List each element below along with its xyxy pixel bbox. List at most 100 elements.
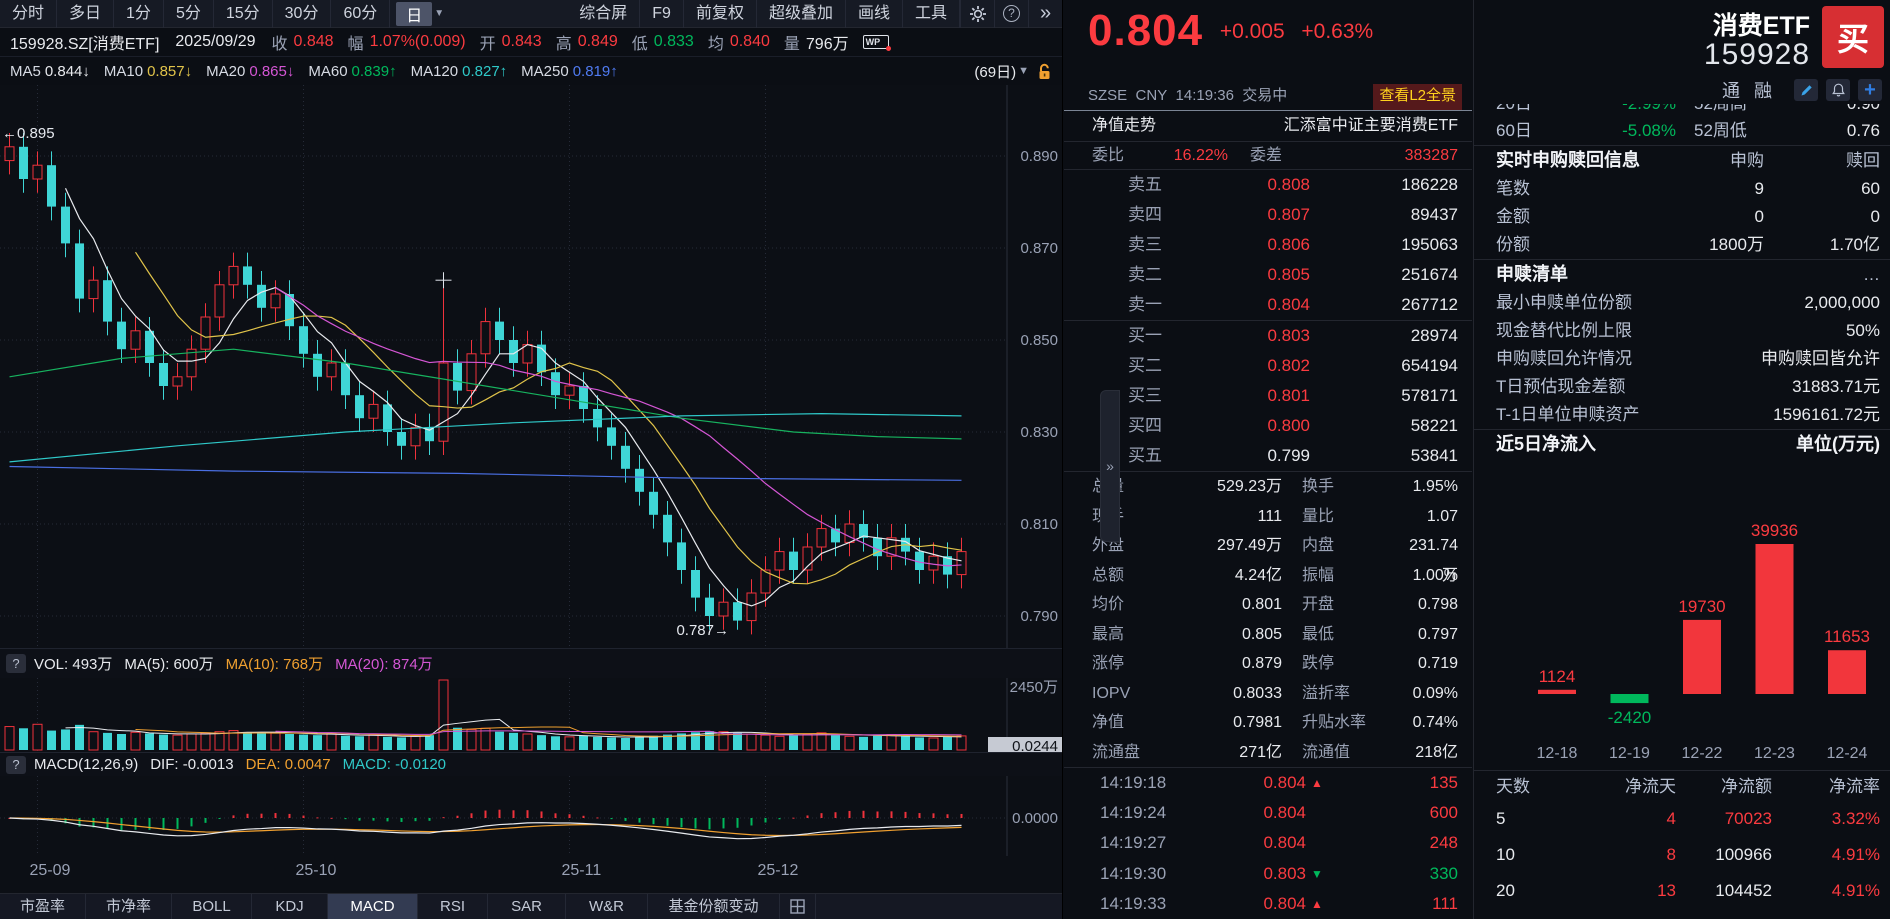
open-label: 开 xyxy=(480,30,496,54)
weicha-value: 383287 xyxy=(1282,142,1458,169)
tab-rsi[interactable]: RSI xyxy=(418,894,488,919)
quote-time: 14:19:36 xyxy=(1176,84,1234,110)
etf-name: 消费ETF xyxy=(1713,6,1810,42)
more-chevrons-icon[interactable]: » xyxy=(1028,0,1062,28)
tab-pe-ratio[interactable]: 市盈率 xyxy=(0,894,86,919)
ma20-value: 0.865↓ xyxy=(249,63,294,80)
open-value: 0.843 xyxy=(502,33,542,51)
bid-row-1[interactable]: 买一0.80328974 xyxy=(1064,321,1472,351)
composite-screen-button[interactable]: 综合屏 xyxy=(567,0,640,28)
nav-row: 净值走势 汇添富中证主要消费ETF xyxy=(1064,111,1472,141)
tools-button[interactable]: 工具 xyxy=(903,0,960,28)
draw-line-button[interactable]: 画线 xyxy=(846,0,903,28)
help-icon[interactable]: ? xyxy=(994,0,1028,28)
bid-row-5[interactable]: 买五0.79953841 xyxy=(1064,441,1472,471)
add-plus-icon[interactable]: + xyxy=(1858,79,1882,101)
ask-row-4[interactable]: 卖四0.80789437 xyxy=(1064,200,1472,230)
main-candlestick-chart[interactable]: 0.8900.8700.8500.8300.8100.790←0.8950.78… xyxy=(0,85,1063,648)
tab-boll[interactable]: BOLL xyxy=(172,894,252,919)
volume-help-icon[interactable]: ? xyxy=(6,654,26,673)
svg-text:12-24: 12-24 xyxy=(1827,745,1868,762)
volume-bars-chart[interactable]: 2450万 xyxy=(0,678,1063,752)
macd-dif: DIF: -0.0013 xyxy=(150,756,233,773)
tab-wr[interactable]: W&R xyxy=(566,894,648,919)
flow-table-row: 10 8 100966 4.91% xyxy=(1474,837,1890,873)
svg-text:0.830: 0.830 xyxy=(1020,424,1058,441)
svg-text:1124: 1124 xyxy=(1539,667,1576,686)
etf-code: 159928 xyxy=(1704,38,1810,72)
visible-period-label[interactable]: (69日) xyxy=(974,61,1016,82)
last-price: 0.804 xyxy=(1088,6,1203,56)
ma120-label: MA120 xyxy=(411,63,459,80)
price-change: +0.005 xyxy=(1220,20,1285,43)
macd-chart[interactable]: 0.0000 xyxy=(0,776,1063,856)
tick-row: 14:19:270.804248 xyxy=(1064,828,1472,858)
settings-gear-icon[interactable] xyxy=(960,0,994,28)
tab-kdj[interactable]: KDJ xyxy=(252,894,328,919)
bid-row-2[interactable]: 买二0.802654194 xyxy=(1064,351,1472,381)
panel-collapse-tab[interactable]: » xyxy=(1100,390,1120,542)
macd-dea: DEA: 0.0047 xyxy=(246,756,331,773)
date-axis-label: 25-12 xyxy=(758,862,799,880)
tab-sar[interactable]: SAR xyxy=(488,894,566,919)
ma-legend-bar: MA50.844↓ MA100.857↓ MA200.865↓ MA600.83… xyxy=(0,57,1062,85)
ask-row-5[interactable]: 卖五0.808186228 xyxy=(1064,170,1472,200)
period-30min[interactable]: 30分 xyxy=(273,0,332,28)
ask-row-2[interactable]: 卖二0.805251674 xyxy=(1064,260,1472,290)
period-caret-icon[interactable]: ▼ xyxy=(432,8,450,19)
quote-panel: » 0.804 +0.005 +0.63% SZSE CNY 14:19:36 … xyxy=(1064,0,1472,919)
period-5min[interactable]: 5分 xyxy=(164,0,214,28)
view-l2-link[interactable]: 查看L2全景 xyxy=(1373,84,1462,110)
trading-app: 分时 多日 1分 5分 15分 30分 60分 日 ▼ 综合屏 F9 前复权 超… xyxy=(0,0,1890,919)
high-label: 高 xyxy=(556,30,572,54)
fund-name: 汇添富中证主要消费ETF xyxy=(1284,111,1458,141)
svg-text:-2420: -2420 xyxy=(1608,708,1651,727)
svg-text:11653: 11653 xyxy=(1824,627,1870,646)
forward-adjust-button[interactable]: 前复权 xyxy=(684,0,757,28)
bid-row-3[interactable]: 买三0.801578171 xyxy=(1064,381,1472,411)
f9-button[interactable]: F9 xyxy=(640,0,684,28)
exchange-label: SZSE xyxy=(1088,84,1127,110)
symbol-code: 159928.SZ[消费ETF] xyxy=(10,30,159,54)
more-ellipsis-icon[interactable]: … xyxy=(1764,260,1880,289)
stat-row: 最高0.805最低0.797 xyxy=(1064,620,1472,650)
svg-text:0.790: 0.790 xyxy=(1020,608,1058,625)
wp-monitor-icon[interactable]: WP xyxy=(863,35,890,49)
netflow-bar-chart[interactable]: 112412-18-242012-191973012-223993612-231… xyxy=(1474,458,1890,770)
svg-text:12-19: 12-19 xyxy=(1609,745,1650,762)
tick-row: 14:19:180.804▲135 xyxy=(1064,768,1472,798)
stat-row: IOPV0.8033溢折率0.09% xyxy=(1064,679,1472,709)
tick-row: 14:19:300.803▼330 xyxy=(1064,859,1472,889)
ma250-value: 0.819↑ xyxy=(573,63,618,80)
clipped-20d-row: 20日 -2.99% 52周高 0.90 xyxy=(1474,104,1890,117)
period-15min[interactable]: 15分 xyxy=(214,0,273,28)
flow-table-header: 天数 净流天 净流额 净流率 xyxy=(1474,771,1890,801)
list-row: T-1日单位申赎资产1596161.72元 xyxy=(1474,401,1890,429)
tab-pb-ratio[interactable]: 市净率 xyxy=(86,894,172,919)
edit-pencil-icon[interactable] xyxy=(1794,79,1818,101)
bid-row-4[interactable]: 买四0.80058221 xyxy=(1064,411,1472,441)
alert-bell-icon[interactable] xyxy=(1826,79,1850,101)
ask-row-1[interactable]: 卖一0.804267712 xyxy=(1064,290,1472,320)
super-overlay-button[interactable]: 超级叠加 xyxy=(757,0,846,28)
period-1min[interactable]: 1分 xyxy=(114,0,164,28)
tab-fund-share-change[interactable]: 基金份额变动 xyxy=(648,894,780,919)
macd-help-icon[interactable]: ? xyxy=(6,756,26,774)
period-fenshi[interactable]: 分时 xyxy=(0,0,57,28)
flow-table-row: 20 13 104452 4.91% xyxy=(1474,873,1890,909)
nav-trend-label[interactable]: 净值走势 xyxy=(1092,111,1156,141)
tab-macd[interactable]: MACD xyxy=(328,894,418,919)
period-duori[interactable]: 多日 xyxy=(57,0,114,28)
period-day-selected[interactable]: 日 xyxy=(396,2,432,26)
svg-text:19730: 19730 xyxy=(1678,597,1725,616)
close-label: 收 xyxy=(271,30,287,54)
ask-row-3[interactable]: 卖三0.806195063 xyxy=(1064,230,1472,260)
period-60min[interactable]: 60分 xyxy=(331,0,390,28)
list-row: 现金替代比例上限50% xyxy=(1474,317,1890,345)
tick-down-icon: ▼ xyxy=(1306,859,1328,889)
grid-layout-icon[interactable] xyxy=(780,894,816,919)
period-dropdown-icon[interactable]: ▼ xyxy=(1018,65,1029,77)
unlock-icon[interactable] xyxy=(1037,63,1052,80)
ma5-label: MA5 xyxy=(10,63,41,80)
buy-button[interactable]: 买 xyxy=(1822,6,1884,68)
